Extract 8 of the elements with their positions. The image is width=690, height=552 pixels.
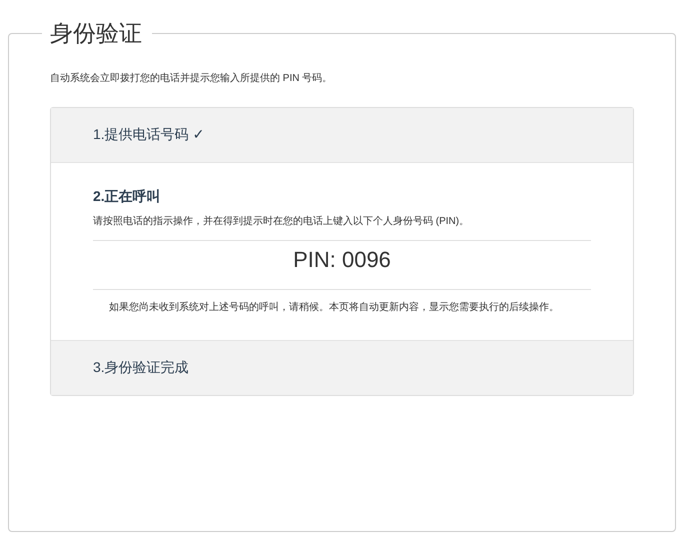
panel-title: 身份验证 [49, 19, 143, 48]
instruction-text: 请按照电话的指示操作，并在得到提示时在您的电话上键入以下个人身份号码 (PIN)。 [93, 214, 470, 228]
step-title: 1.提供电话号码 ✓ [93, 126, 204, 144]
step-title: 3.身份验证完成 [93, 359, 189, 377]
note-text: 如果您尚未收到系统对上述号码的呼叫，请稍候。本页将自动更新内容，显示您需要执行的后续操作。 [108, 300, 560, 315]
intro-text: 自动系统会立即拨打您的电话并提示您输入所提供的 PIN 号码。 [50, 72, 334, 85]
step-title: 2.正在呼叫 [93, 188, 162, 206]
pin-code: PIN: 0096 [293, 247, 391, 273]
